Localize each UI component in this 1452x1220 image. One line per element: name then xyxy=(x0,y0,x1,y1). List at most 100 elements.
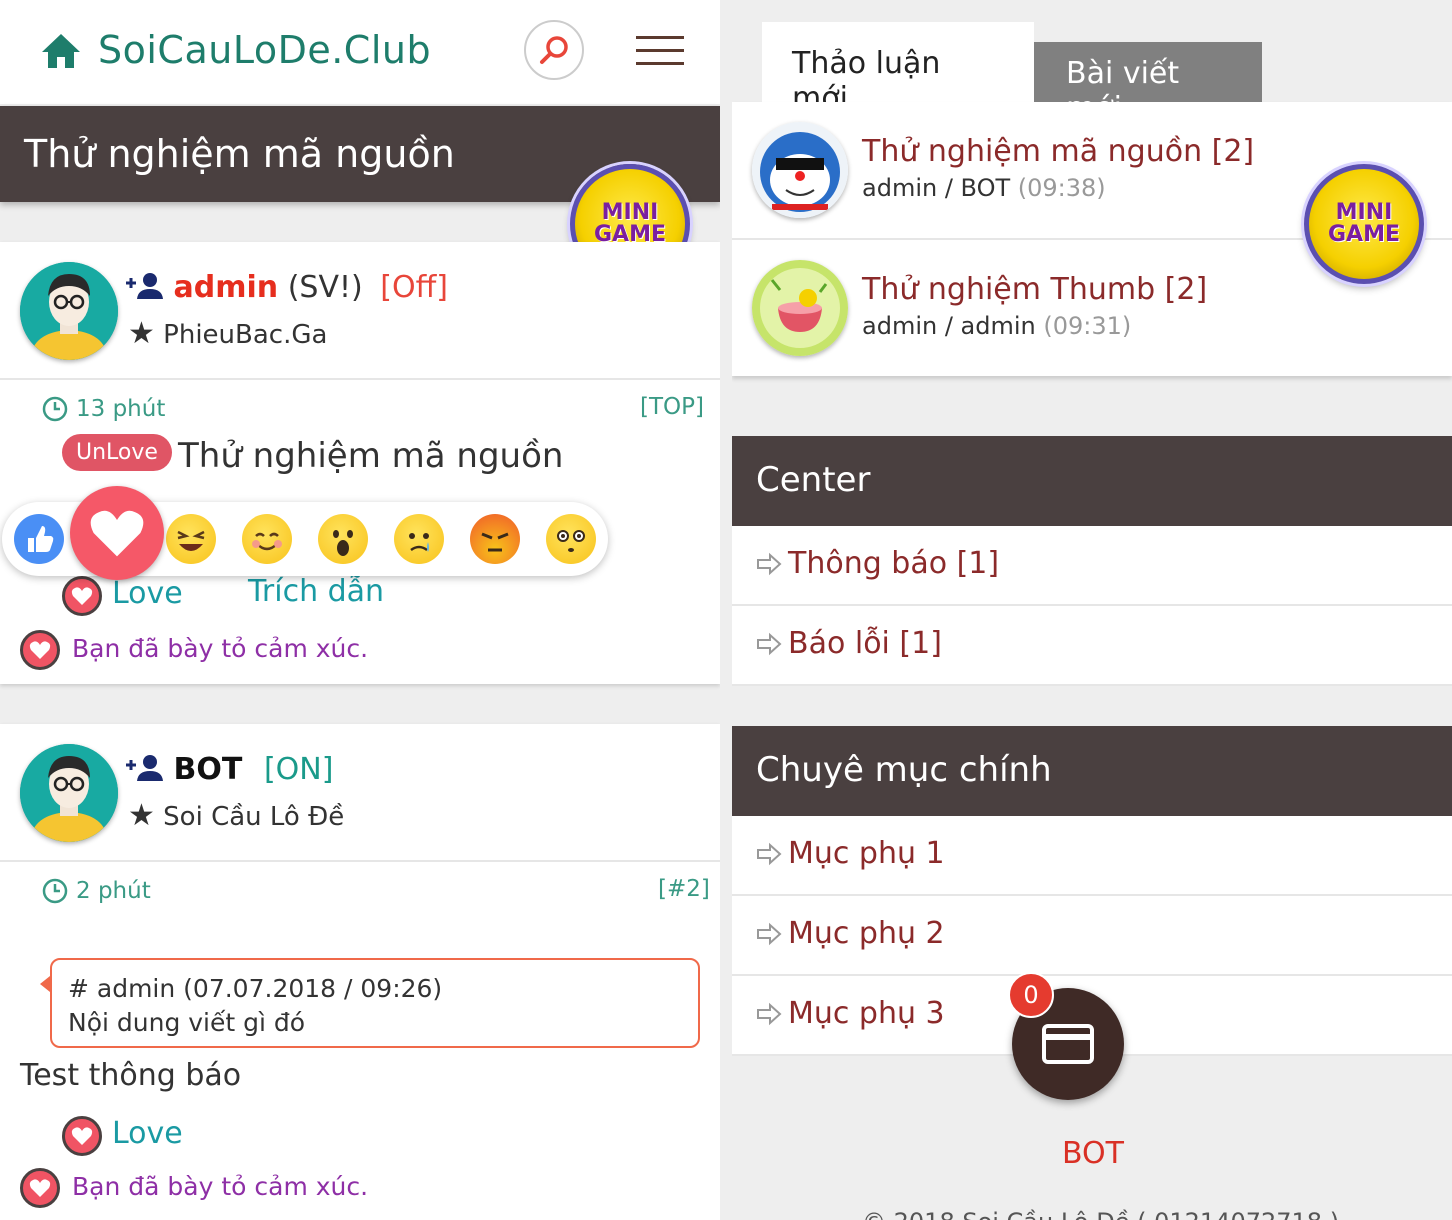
username[interactable]: admin xyxy=(174,270,279,305)
tea-cup-avatar-icon xyxy=(752,260,848,356)
thread-avatar xyxy=(752,122,848,218)
search-icon xyxy=(540,36,568,64)
hamburger-menu-icon[interactable] xyxy=(636,36,684,68)
link-label: Báo lỗi [1] xyxy=(788,626,942,661)
card-icon xyxy=(1042,1024,1094,1064)
online-status: [ON] xyxy=(263,752,334,787)
signature-line: ★ Soi Cầu Lô Đề xyxy=(128,798,344,833)
add-friend-icon[interactable] xyxy=(124,753,164,783)
sidebar-panel: Thảo luận mới Bài viết mới Thử nghiệm mã… xyxy=(732,0,1452,1220)
reaction-status: Bạn đã bày tỏ cảm xúc. xyxy=(72,634,369,663)
haha-reaction-icon[interactable] xyxy=(166,514,216,564)
site-header: SoiCauLoDe.Club xyxy=(0,0,720,104)
mini-game-button[interactable]: MINI GAME xyxy=(1304,164,1424,284)
thread-avatar xyxy=(752,260,848,356)
search-button[interactable] xyxy=(524,20,584,80)
link-label: Thông báo [1] xyxy=(788,546,1000,581)
post-tag: [#2] xyxy=(658,876,710,902)
signature-line: ★ PhieuBac.Ga xyxy=(128,316,327,351)
bot-label[interactable]: BOT xyxy=(1062,1136,1124,1171)
user-role: (SV!) xyxy=(287,270,363,305)
wow-reaction-icon[interactable] xyxy=(318,514,368,564)
user-line: admin (SV!) [Off] xyxy=(124,270,448,305)
time-text: 13 phút xyxy=(76,396,166,422)
categories-heading: Chuyê mục chính xyxy=(732,726,1452,816)
topic-panel: SoiCauLoDe.Club Thử nghiệm mã nguồn MINI… xyxy=(0,0,720,1220)
star-icon: ★ xyxy=(128,316,155,351)
quote-box: # admin (07.07.2018 / 09:26) Nội dung vi… xyxy=(40,958,700,1048)
love-icon[interactable] xyxy=(62,576,102,616)
link-label: Mục phụ 2 xyxy=(788,916,945,951)
thread-meta: admin / BOT (09:38) xyxy=(862,174,1106,202)
arrow-right-icon xyxy=(757,632,782,656)
footer-text: © 2018 Soi Cầu Lô Đề ( 01214072718 ) xyxy=(862,1208,1339,1220)
username[interactable]: BOT xyxy=(174,752,243,787)
online-status: [Off] xyxy=(380,270,448,305)
post-time: 2 phút xyxy=(42,878,151,904)
post-card-1: admin (SV!) [Off] ★ PhieuBac.Ga 13 phút … xyxy=(0,242,720,684)
add-friend-icon[interactable] xyxy=(124,271,164,301)
divider xyxy=(0,378,720,380)
clock-icon xyxy=(42,878,68,904)
link-label: Mục phụ 3 xyxy=(788,996,945,1031)
like-reaction-icon[interactable] xyxy=(14,514,64,564)
love-button[interactable]: Love xyxy=(112,1116,183,1151)
tab-new-discussions[interactable]: Thảo luận mới xyxy=(762,22,1034,116)
user-avatar-icon xyxy=(20,744,118,842)
post-time: 13 phút xyxy=(42,396,165,422)
signature: Soi Cầu Lô Đề xyxy=(163,802,345,832)
love-icon xyxy=(20,630,60,670)
avatar[interactable] xyxy=(20,744,118,842)
unlove-badge[interactable]: UnLove xyxy=(62,434,172,471)
mini-game-line1: MINI xyxy=(601,200,659,225)
thread-time: (09:38) xyxy=(1017,174,1106,202)
quote-link[interactable]: Trích dẫn xyxy=(248,574,384,609)
post-title: Thử nghiệm mã nguồn xyxy=(178,436,564,476)
quote-header: # admin (07.07.2018 / 09:26) xyxy=(68,974,443,1003)
quote-body: Nội dung viết gì đó xyxy=(68,1008,306,1037)
site-title[interactable]: SoiCauLoDe.Club xyxy=(98,28,431,72)
divider xyxy=(0,860,720,862)
thread-meta: admin / admin (09:31) xyxy=(862,312,1131,340)
arrow-right-icon xyxy=(757,1002,782,1026)
center-heading: Center xyxy=(732,436,1452,526)
clock-icon xyxy=(42,396,68,422)
page-title: Thử nghiệm mã nguồn xyxy=(24,132,455,176)
sidebar-item-sub-1[interactable]: Mục phụ 1 xyxy=(732,816,1452,896)
sad-reaction-icon[interactable] xyxy=(394,514,444,564)
user-line: BOT [ON] xyxy=(124,752,333,787)
signature: PhieuBac.Ga xyxy=(163,320,328,350)
mini-game-line2: GAME xyxy=(1327,222,1400,247)
reaction-status: Bạn đã bày tỏ cảm xúc. xyxy=(72,1172,369,1201)
thread-authors: admin / admin xyxy=(862,312,1036,340)
love-reaction-icon[interactable] xyxy=(70,486,164,580)
arrow-right-icon xyxy=(757,922,782,946)
avatar[interactable] xyxy=(20,262,118,360)
mini-game-line1: MINI xyxy=(1335,200,1393,225)
arrow-right-icon xyxy=(757,552,782,576)
link-label: Mục phụ 1 xyxy=(788,836,945,871)
post-body: Test thông báo xyxy=(20,1058,242,1093)
home-icon[interactable] xyxy=(40,32,82,70)
star-icon: ★ xyxy=(128,798,155,833)
love-icon xyxy=(20,1168,60,1208)
thread-time: (09:31) xyxy=(1043,312,1132,340)
post-tag: [TOP] xyxy=(640,394,704,420)
shocked-reaction-icon[interactable] xyxy=(546,514,596,564)
thread-title[interactable]: Thử nghiệm mã nguồn [2] xyxy=(862,134,1254,169)
user-avatar-icon xyxy=(20,262,118,360)
smile-reaction-icon[interactable] xyxy=(242,514,292,564)
sidebar-item-sub-2[interactable]: Mục phụ 2 xyxy=(732,896,1452,976)
arrow-right-icon xyxy=(757,842,782,866)
doraemon-avatar-icon xyxy=(752,122,848,218)
thread-authors: admin / BOT xyxy=(862,174,1011,202)
sidebar-item-announcements[interactable]: Thông báo [1] xyxy=(732,526,1452,606)
sidebar-item-bug-report[interactable]: Báo lỗi [1] xyxy=(732,606,1452,686)
angry-reaction-icon[interactable] xyxy=(470,514,520,564)
love-icon[interactable] xyxy=(62,1116,102,1156)
tab-new-posts[interactable]: Bài viết mới xyxy=(1034,42,1262,126)
notification-badge: 0 xyxy=(1008,972,1054,1018)
love-button[interactable]: Love xyxy=(112,576,183,611)
time-text: 2 phút xyxy=(76,878,151,904)
thread-title[interactable]: Thử nghiệm Thumb [2] xyxy=(862,272,1207,307)
